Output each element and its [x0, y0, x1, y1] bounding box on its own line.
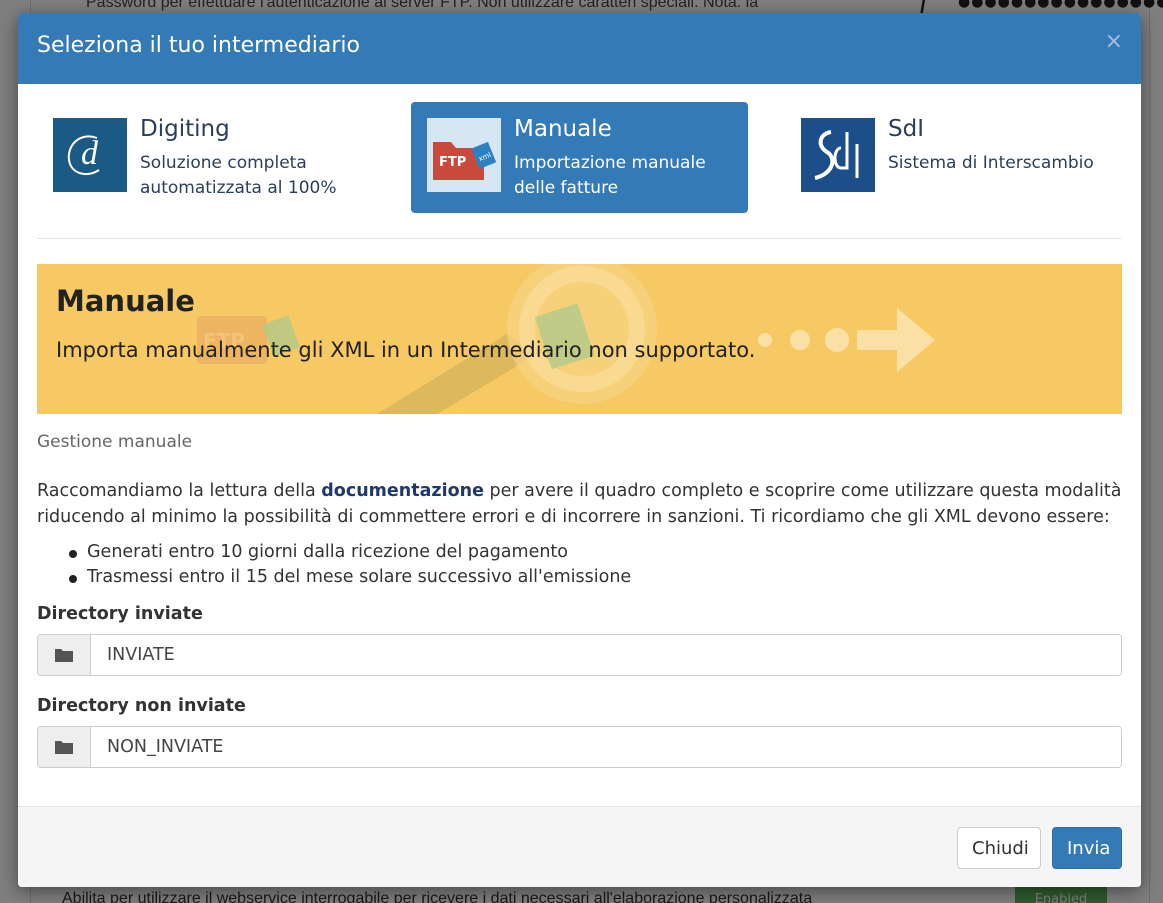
- digiting-logo-icon: d: [53, 118, 127, 192]
- intermediary-modal: Seleziona il tuo intermediario × d Digit…: [18, 13, 1141, 887]
- sent-directory-label: Directory inviate: [37, 604, 203, 624]
- folder-icon: [38, 727, 91, 767]
- provider-manuale[interactable]: FTP xml Manuale Importazione manuale del…: [411, 102, 748, 213]
- documentation-link[interactable]: documentazione: [321, 481, 484, 501]
- close-icon[interactable]: ×: [1105, 31, 1123, 53]
- sent-directory-group: [37, 634, 1122, 676]
- modal-title: Seleziona il tuo intermediario: [37, 33, 360, 58]
- ftp-xml-icon: FTP xml: [427, 118, 501, 192]
- provider-list: d Digiting Soluzione completa automatizz…: [18, 84, 1141, 239]
- list-item: Trasmessi entro il 15 del mese solare su…: [68, 565, 631, 590]
- sdi-logo-icon: [801, 118, 875, 192]
- sent-directory-input[interactable]: [91, 635, 1121, 675]
- not-sent-directory-input[interactable]: [91, 727, 1121, 767]
- provider-name: SdI: [888, 116, 924, 142]
- requirements-list: Generati entro 10 giorni dalla ricezione…: [68, 540, 631, 590]
- list-item: Generati entro 10 giorni dalla ricezione…: [68, 540, 631, 565]
- manual-banner: FTP Manuale Importa manualmente gli XML …: [37, 264, 1122, 414]
- section-label: Gestione manuale: [37, 432, 193, 452]
- banner-title: Manuale: [56, 284, 195, 318]
- provider-digiting[interactable]: d Digiting Soluzione completa automatizz…: [37, 102, 374, 213]
- provider-name: Manuale: [514, 116, 612, 142]
- provider-name: Digiting: [140, 116, 230, 142]
- modal-header: Seleziona il tuo intermediario ×: [18, 13, 1141, 84]
- not-sent-directory-group: [37, 726, 1122, 768]
- svg-text:d: d: [81, 135, 99, 172]
- provider-sdi[interactable]: SdI Sistema di Interscambio: [785, 102, 1122, 213]
- send-button[interactable]: Invia: [1052, 827, 1122, 869]
- intro-text-before: Raccomandiamo la lettura della: [37, 481, 322, 501]
- provider-description: Importazione manuale delle fatture: [514, 153, 706, 198]
- not-sent-directory-label: Directory non inviate: [37, 696, 246, 716]
- folder-icon: [38, 635, 91, 675]
- provider-description: Sistema di Interscambio: [888, 153, 1094, 173]
- ftp-logo-text: FTP: [439, 155, 466, 170]
- provider-description: Soluzione completa automatizzata al 100%: [140, 153, 337, 198]
- banner-subtitle: Importa manualmente gli XML in un Interm…: [56, 338, 756, 362]
- divider: [37, 238, 1122, 239]
- close-button[interactable]: Chiudi: [957, 827, 1041, 869]
- intro-paragraph: Raccomandiamo la lettura della documenta…: [37, 478, 1127, 530]
- modal-footer: Chiudi Invia: [18, 806, 1141, 887]
